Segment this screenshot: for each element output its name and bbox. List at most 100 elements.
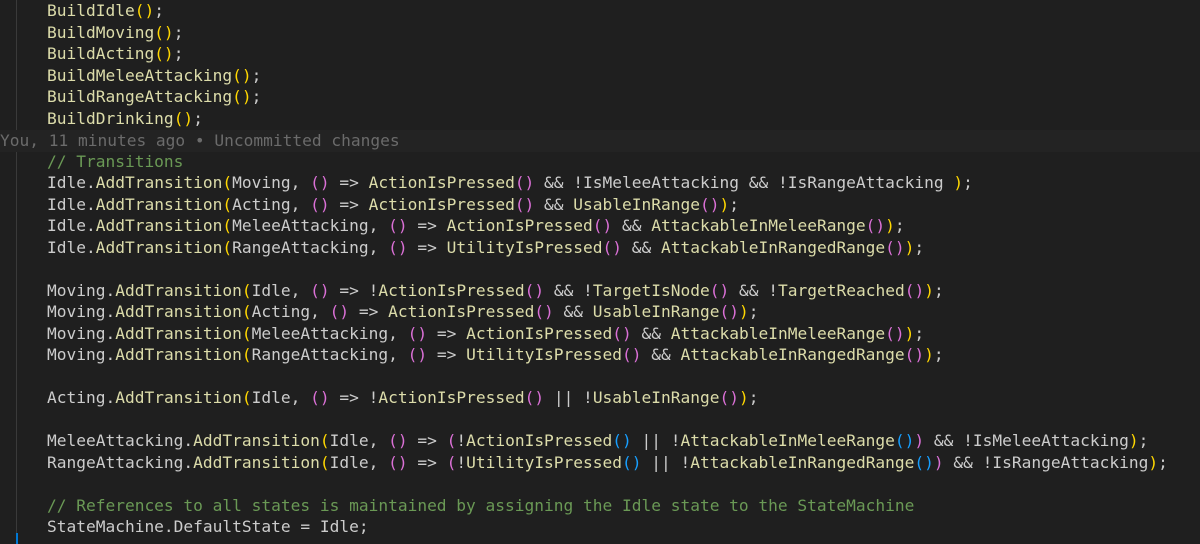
code-line[interactable]: StateMachine.DefaultState = Idle; bbox=[8, 516, 369, 538]
code-token: ( bbox=[241, 345, 252, 364]
code-token: AttackableInRangedRange bbox=[680, 345, 905, 364]
code-token: ( bbox=[319, 431, 330, 450]
code-token: // References to all states is maintaine… bbox=[46, 495, 915, 515]
code-token: () bbox=[134, 1, 155, 20]
code-token: ) bbox=[719, 194, 730, 214]
code-token: => bbox=[349, 302, 389, 321]
code-token: ! bbox=[456, 431, 467, 450]
code-token: ( bbox=[222, 194, 233, 214]
code-line[interactable]: RangeAttacking.AddTransition(Idle, () =>… bbox=[8, 452, 1168, 474]
code-token: => bbox=[407, 431, 447, 450]
code-token: UsableInRange bbox=[573, 194, 700, 214]
code-token: () bbox=[388, 452, 408, 472]
code-token: && !IsMeleeAttacking bbox=[924, 431, 1129, 450]
code-line[interactable]: // Transitions bbox=[8, 151, 183, 173]
code-token: () bbox=[154, 22, 174, 42]
code-token: () bbox=[232, 87, 252, 106]
code-line[interactable]: Idle.AddTransition(RangeAttacking, () =>… bbox=[8, 237, 924, 259]
code-line[interactable]: BuildRangeAttacking(); bbox=[8, 86, 261, 108]
code-token: ActionIsPressed bbox=[368, 194, 515, 214]
code-token: ) bbox=[914, 431, 925, 450]
code-token: () bbox=[914, 452, 934, 472]
code-token: ; bbox=[1158, 452, 1168, 472]
code-token: && bbox=[622, 237, 662, 257]
code-line[interactable]: Idle.AddTransition(MeleeAttacking, () =>… bbox=[8, 215, 905, 237]
code-token: () bbox=[232, 65, 252, 85]
code-token: ( bbox=[446, 431, 457, 450]
code-line[interactable]: BuildActing(); bbox=[8, 43, 183, 65]
code-token: () bbox=[388, 216, 408, 235]
code-token: AddTransition bbox=[95, 173, 223, 192]
code-token: ( bbox=[446, 452, 457, 472]
code-token: && bbox=[612, 216, 652, 235]
code-token: Idle, bbox=[251, 388, 311, 407]
code-token: AddTransition bbox=[95, 194, 223, 214]
code-line[interactable]: // References to all states is maintaine… bbox=[8, 495, 914, 517]
code-token: && !IsMeleeAttacking && !IsRangeAttackin… bbox=[534, 173, 954, 192]
code-token: () bbox=[329, 302, 350, 321]
code-token: ; bbox=[173, 44, 184, 63]
code-token: Idle, bbox=[329, 452, 389, 472]
code-token: ) bbox=[924, 280, 934, 300]
code-line[interactable]: Moving.AddTransition(RangeAttacking, () … bbox=[8, 344, 944, 366]
code-line[interactable]: BuildDrinking(); bbox=[8, 108, 203, 130]
code-line[interactable]: BuildIdle(); bbox=[8, 0, 164, 22]
code-token: && bbox=[641, 345, 681, 364]
code-token: () bbox=[524, 280, 545, 300]
code-token: UtilityIsPressed bbox=[466, 452, 623, 472]
code-line[interactable]: Moving.AddTransition(MeleeAttacking, () … bbox=[8, 323, 924, 345]
code-token: () bbox=[310, 194, 330, 214]
code-token: ) bbox=[904, 237, 915, 257]
code-token: UsableInRange bbox=[592, 302, 720, 321]
code-token: => bbox=[329, 173, 369, 192]
code-token: ActionIsPressed bbox=[388, 302, 535, 321]
code-token: Moving. bbox=[46, 323, 116, 343]
code-token: AttackableInMeleeRange bbox=[651, 216, 866, 235]
code-line[interactable]: Moving.AddTransition(Acting, () => Actio… bbox=[8, 301, 759, 323]
code-token: ; bbox=[894, 216, 905, 235]
code-line[interactable]: Idle.AddTransition(Moving, () => ActionI… bbox=[8, 172, 973, 194]
code-line[interactable]: Acting.AddTransition(Idle, () => !Action… bbox=[8, 387, 759, 409]
code-token: AttackableInRangedRange bbox=[661, 237, 886, 257]
code-token: AddTransition bbox=[193, 431, 320, 450]
code-token: AddTransition bbox=[115, 388, 242, 407]
code-line[interactable]: BuildMoving(); bbox=[8, 22, 183, 44]
code-token: MeleeAttacking. bbox=[46, 431, 194, 450]
code-token: AddTransition bbox=[115, 302, 242, 321]
code-line[interactable]: BuildMeleeAttacking(); bbox=[8, 65, 261, 87]
code-token: || ! bbox=[544, 388, 593, 407]
code-token: ) bbox=[1148, 452, 1159, 472]
code-token: ; bbox=[173, 22, 184, 42]
code-token: ; bbox=[193, 108, 203, 128]
code-token: => ! bbox=[329, 388, 379, 407]
code-token: () bbox=[388, 237, 408, 257]
code-token: ; bbox=[1138, 431, 1149, 450]
code-token: Idle, bbox=[251, 280, 311, 300]
code-token: ; bbox=[748, 388, 759, 407]
code-token: && ! bbox=[729, 280, 778, 300]
code-token: BuildMeleeAttacking bbox=[46, 65, 233, 85]
code-token: Idle, bbox=[329, 431, 389, 450]
code-token: ; bbox=[933, 345, 944, 364]
code-token: ( bbox=[222, 237, 233, 257]
code-token: AddTransition bbox=[115, 323, 242, 343]
code-token: ; bbox=[251, 65, 262, 85]
code-line[interactable]: Idle.AddTransition(Acting, () => ActionI… bbox=[8, 194, 739, 216]
code-token: ActionIsPressed bbox=[378, 280, 525, 300]
code-token: && bbox=[631, 323, 671, 343]
code-editor[interactable]: You, 11 minutes ago • Uncommitted change… bbox=[0, 0, 1200, 544]
code-token: () bbox=[612, 323, 632, 343]
code-token: RangeAttacking, bbox=[251, 345, 408, 364]
code-token: ) bbox=[739, 302, 749, 321]
code-line[interactable]: Moving.AddTransition(Idle, () => !Action… bbox=[8, 280, 944, 302]
code-token: Moving. bbox=[46, 280, 116, 300]
code-line[interactable]: MeleeAttacking.AddTransition(Idle, () =>… bbox=[8, 430, 1148, 452]
code-token: Idle. bbox=[46, 216, 96, 235]
